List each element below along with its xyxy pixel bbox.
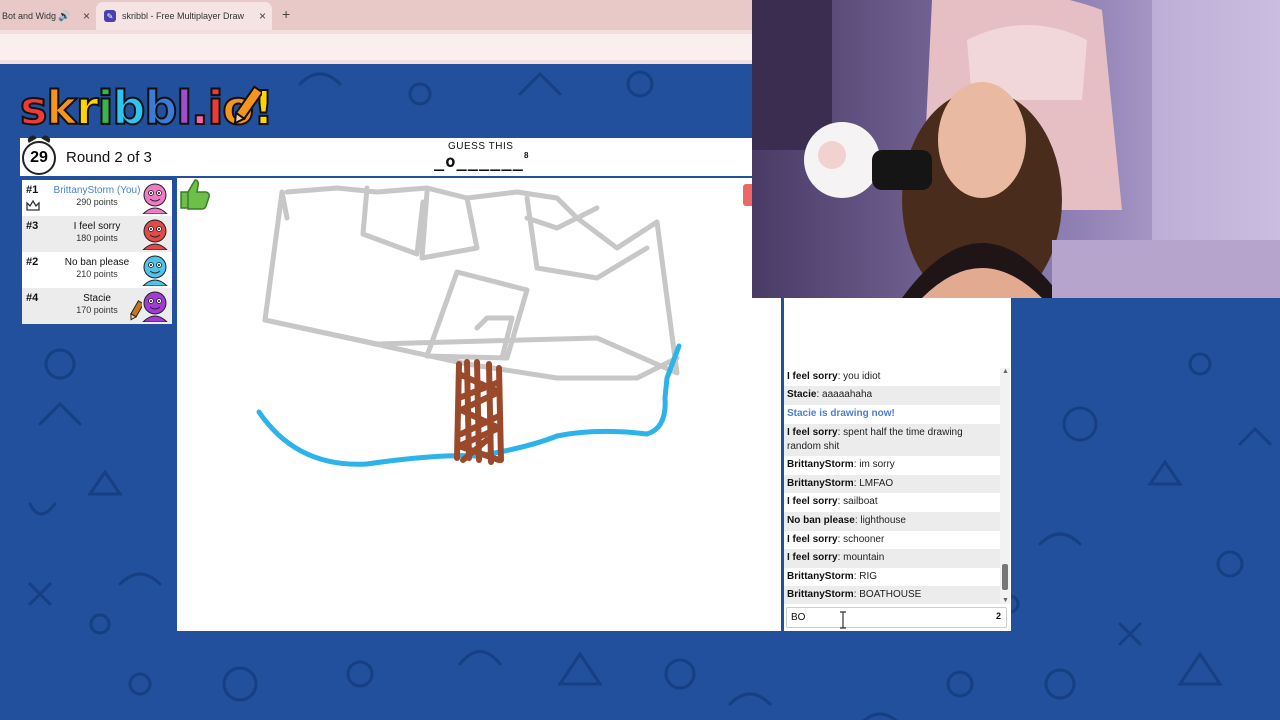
address-bar[interactable] — [0, 34, 752, 60]
player-row[interactable]: #1 BrittanyStorm (You) 290 points — [22, 180, 172, 216]
message-author: Stacie — [787, 389, 817, 400]
word-hint: _o______ — [434, 152, 524, 172]
player-avatar-icon — [142, 291, 168, 322]
message-text: mountain — [843, 552, 885, 563]
message-author: BrittanyStorm — [787, 478, 854, 489]
logo-letter: k — [45, 81, 78, 135]
tab-bot-and-widgets[interactable]: Bot and Widg 🔊 × — [0, 2, 96, 30]
message-author: I feel sorry — [787, 534, 838, 545]
tab-label: Bot and Widg — [2, 11, 57, 21]
brown-stroke — [454, 359, 504, 465]
new-tab-button[interactable]: + — [282, 6, 290, 22]
player-rank: #4 — [26, 292, 39, 304]
message-text: im sorry — [859, 459, 895, 470]
chat-message: I feel sorry: schooner — [787, 534, 885, 545]
logo-letter: r — [75, 81, 100, 135]
chat-message: I feel sorry: mountain — [784, 549, 1000, 568]
close-tab-icon[interactable]: × — [83, 9, 90, 23]
player-name: Stacie — [83, 293, 111, 304]
scroll-down-icon[interactable]: ▼ — [1002, 597, 1009, 604]
word-length: 8 — [524, 151, 529, 160]
message-author: No ban please — [787, 515, 855, 526]
thumbs-up-icon[interactable] — [177, 178, 211, 210]
chat-message: I feel sorry: you idiot — [787, 371, 881, 382]
scroll-up-icon[interactable]: ▲ — [1002, 368, 1009, 375]
logo-letter: b — [111, 81, 146, 135]
message-text: BOATHOUSE — [859, 589, 922, 600]
player-points: 170 points — [76, 305, 118, 315]
message-author: I feel sorry — [787, 496, 838, 507]
player-points: 210 points — [76, 269, 118, 279]
tab-bar: Bot and Widg 🔊 × ✎ skribbl - Free Multip… — [0, 0, 752, 30]
chat-message: BrittanyStorm: im sorry — [787, 459, 895, 470]
logo-letter: . — [190, 81, 210, 135]
round-indicator: Round 2 of 3 — [66, 149, 152, 166]
speaker-icon[interactable]: 🔊 — [58, 11, 70, 22]
webcam-image — [752, 0, 1280, 298]
player-points: 180 points — [76, 233, 118, 243]
message-text: you idiot — [843, 371, 881, 382]
player-row[interactable]: #4 Stacie 170 points — [22, 288, 172, 324]
chat-input[interactable]: BO — [786, 607, 1007, 628]
system-message: Stacie is drawing now! — [787, 408, 895, 419]
logo-letter: l — [175, 81, 193, 135]
player-list: #1 BrittanyStorm (You) 290 points #3 I feel… — [22, 180, 172, 324]
message-author: I feel sorry — [787, 427, 838, 438]
message-text: schooner — [843, 534, 885, 545]
player-avatar-icon — [142, 219, 168, 250]
timer-clock: 29 — [22, 141, 56, 175]
webcam-overlay — [752, 0, 1280, 298]
logo-pencil-icon — [233, 85, 262, 125]
logo-letter: b — [143, 81, 178, 135]
chat-message: BrittanyStorm: LMFAO — [784, 475, 1000, 493]
message-text: LMFAO — [859, 478, 894, 489]
logo-letter: i — [207, 81, 225, 135]
chat-messages: I feel sorry: you idiot Stacie: aaaaahaha… — [784, 368, 1000, 604]
message-author: I feel sorry — [787, 371, 838, 382]
player-name: BrittanyStorm (You) — [53, 185, 141, 196]
message-author: BrittanyStorm — [787, 589, 854, 600]
message-text: aaaaahaha — [822, 389, 873, 400]
chat-message: Stacie: aaaaahaha — [784, 386, 1000, 405]
crown-icon — [26, 200, 40, 211]
chat-panel: I feel sorry: you idiot Stacie: aaaaahaha… — [784, 298, 1011, 631]
chat-message: I feel sorry: sailboat — [787, 496, 878, 507]
message-author: BrittanyStorm — [787, 571, 854, 582]
player-row[interactable]: #2 No ban please 210 points — [22, 252, 172, 288]
message-author: I feel sorry — [787, 552, 838, 563]
player-points: 290 points — [76, 197, 118, 207]
guess-label: GUESS THIS — [448, 141, 514, 152]
message-author: BrittanyStorm — [787, 459, 854, 470]
logo-letter: s — [19, 81, 48, 135]
player-name: I feel sorry — [73, 221, 121, 232]
drawing-canvas[interactable] — [177, 178, 781, 631]
message-text: lighthouse — [860, 515, 906, 526]
player-rank: #1 — [26, 184, 39, 196]
browser-chrome: Bot and Widg 🔊 × ✎ skribbl - Free Multip… — [0, 0, 752, 64]
skribbl-favicon-icon: ✎ — [104, 10, 116, 22]
chat-message: BrittanyStorm: BOATHOUSE — [784, 586, 1000, 604]
player-row[interactable]: #3 I feel sorry 180 points — [22, 216, 172, 252]
chat-message: BrittanyStorm: RIG — [787, 571, 878, 582]
player-avatar-icon — [142, 183, 168, 214]
chat-message: I feel sorry: spent half the time drawin… — [784, 424, 1000, 456]
close-tab-icon[interactable]: × — [259, 9, 266, 23]
chat-scrollbar[interactable]: ▲ ▼ — [1000, 368, 1010, 604]
player-name: No ban please — [64, 257, 130, 268]
chat-message: No ban please: lighthouse — [784, 512, 1000, 531]
game-header: 29 Round 2 of 3 GUESS THIS _o______ 8 — [20, 138, 752, 176]
tab-skribbl[interactable]: ✎ skribbl - Free Multiplayer Draw × — [96, 2, 272, 30]
text-cursor-icon — [840, 611, 846, 629]
message-text: RIG — [859, 571, 878, 582]
char-count: 2 — [995, 611, 1001, 621]
tab-label: skribbl - Free Multiplayer Draw — [122, 11, 245, 21]
drawing-strokes — [256, 185, 682, 467]
scroll-thumb[interactable] — [1002, 564, 1008, 590]
message-text: sailboat — [843, 496, 878, 507]
player-avatar-icon — [142, 255, 168, 286]
gray-stroke — [262, 185, 680, 381]
player-rank: #2 — [26, 256, 39, 268]
logo-letter: i — [97, 81, 115, 135]
player-rank: #3 — [26, 220, 39, 232]
